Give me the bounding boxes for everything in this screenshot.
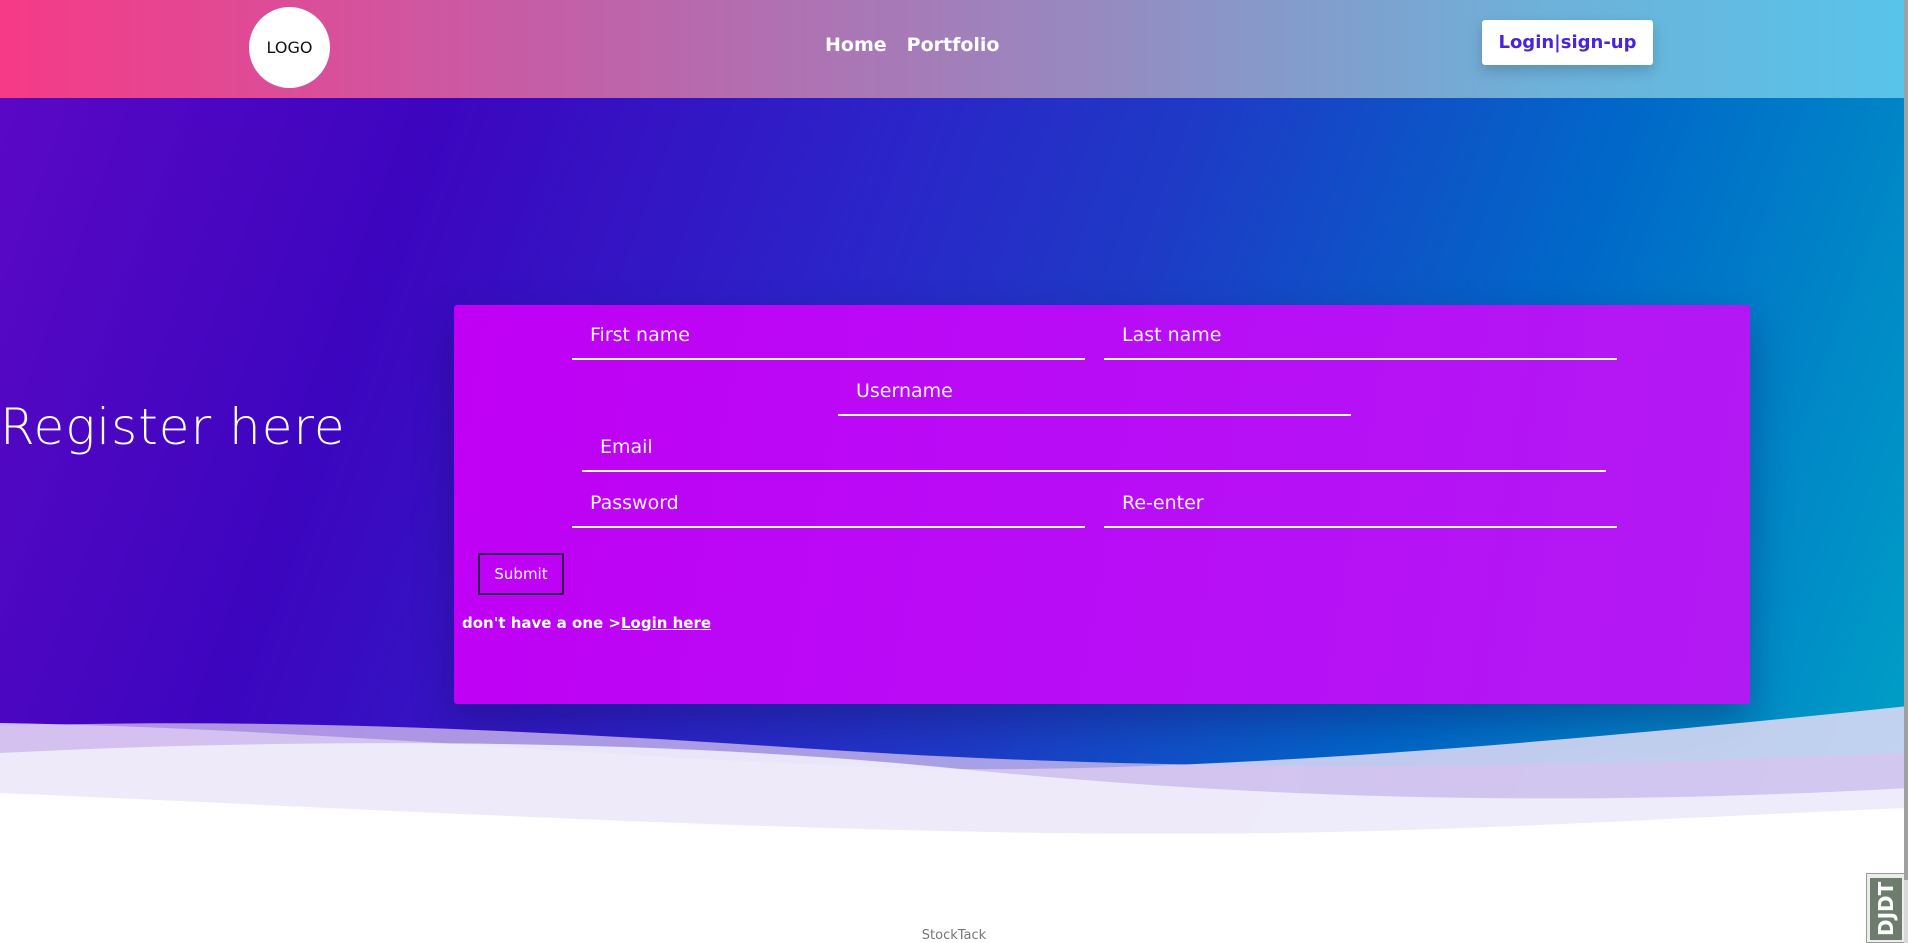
email-input[interactable] bbox=[598, 429, 1598, 465]
wave-decoration bbox=[0, 706, 1908, 878]
hero-section: Register here Submit don't have a one >L… bbox=[0, 98, 1908, 878]
submit-button[interactable]: Submit bbox=[478, 553, 564, 595]
login-hint: don't have a one >Login here bbox=[462, 614, 711, 632]
top-navbar: LOGO Home Portfolio Login|sign-up bbox=[0, 0, 1908, 98]
password-input[interactable] bbox=[588, 485, 1077, 521]
password-field-wrapper bbox=[572, 481, 1085, 528]
nav-home-link[interactable]: Home bbox=[825, 34, 887, 56]
reenter-password-field-wrapper bbox=[1104, 481, 1617, 528]
login-signup-button[interactable]: Login|sign-up bbox=[1482, 20, 1653, 65]
page-scrollbar[interactable] bbox=[1904, 0, 1908, 943]
scrollbar-thumb[interactable] bbox=[1904, 0, 1908, 880]
footer-brand: StockTack bbox=[921, 928, 987, 943]
email-field-wrapper bbox=[582, 425, 1606, 472]
username-field-wrapper bbox=[838, 369, 1351, 416]
last-name-input[interactable] bbox=[1120, 317, 1609, 353]
login-hint-text: don't have a one > bbox=[462, 614, 621, 632]
logo[interactable]: LOGO bbox=[249, 7, 330, 88]
page-title: Register here bbox=[0, 398, 346, 456]
register-form: Submit don't have a one >Login here bbox=[454, 305, 1750, 704]
login-here-link[interactable]: Login here bbox=[621, 614, 711, 632]
main-nav: Home Portfolio bbox=[825, 34, 999, 56]
nav-portfolio-link[interactable]: Portfolio bbox=[907, 34, 1000, 56]
debug-toolbar-label: DJDT bbox=[1870, 878, 1902, 940]
last-name-field-wrapper bbox=[1104, 313, 1617, 360]
debug-toolbar-handle[interactable]: DJDT bbox=[1866, 873, 1906, 943]
first-name-field-wrapper bbox=[572, 313, 1085, 360]
username-input[interactable] bbox=[854, 373, 1343, 409]
reenter-password-input[interactable] bbox=[1120, 485, 1609, 521]
first-name-input[interactable] bbox=[588, 317, 1077, 353]
